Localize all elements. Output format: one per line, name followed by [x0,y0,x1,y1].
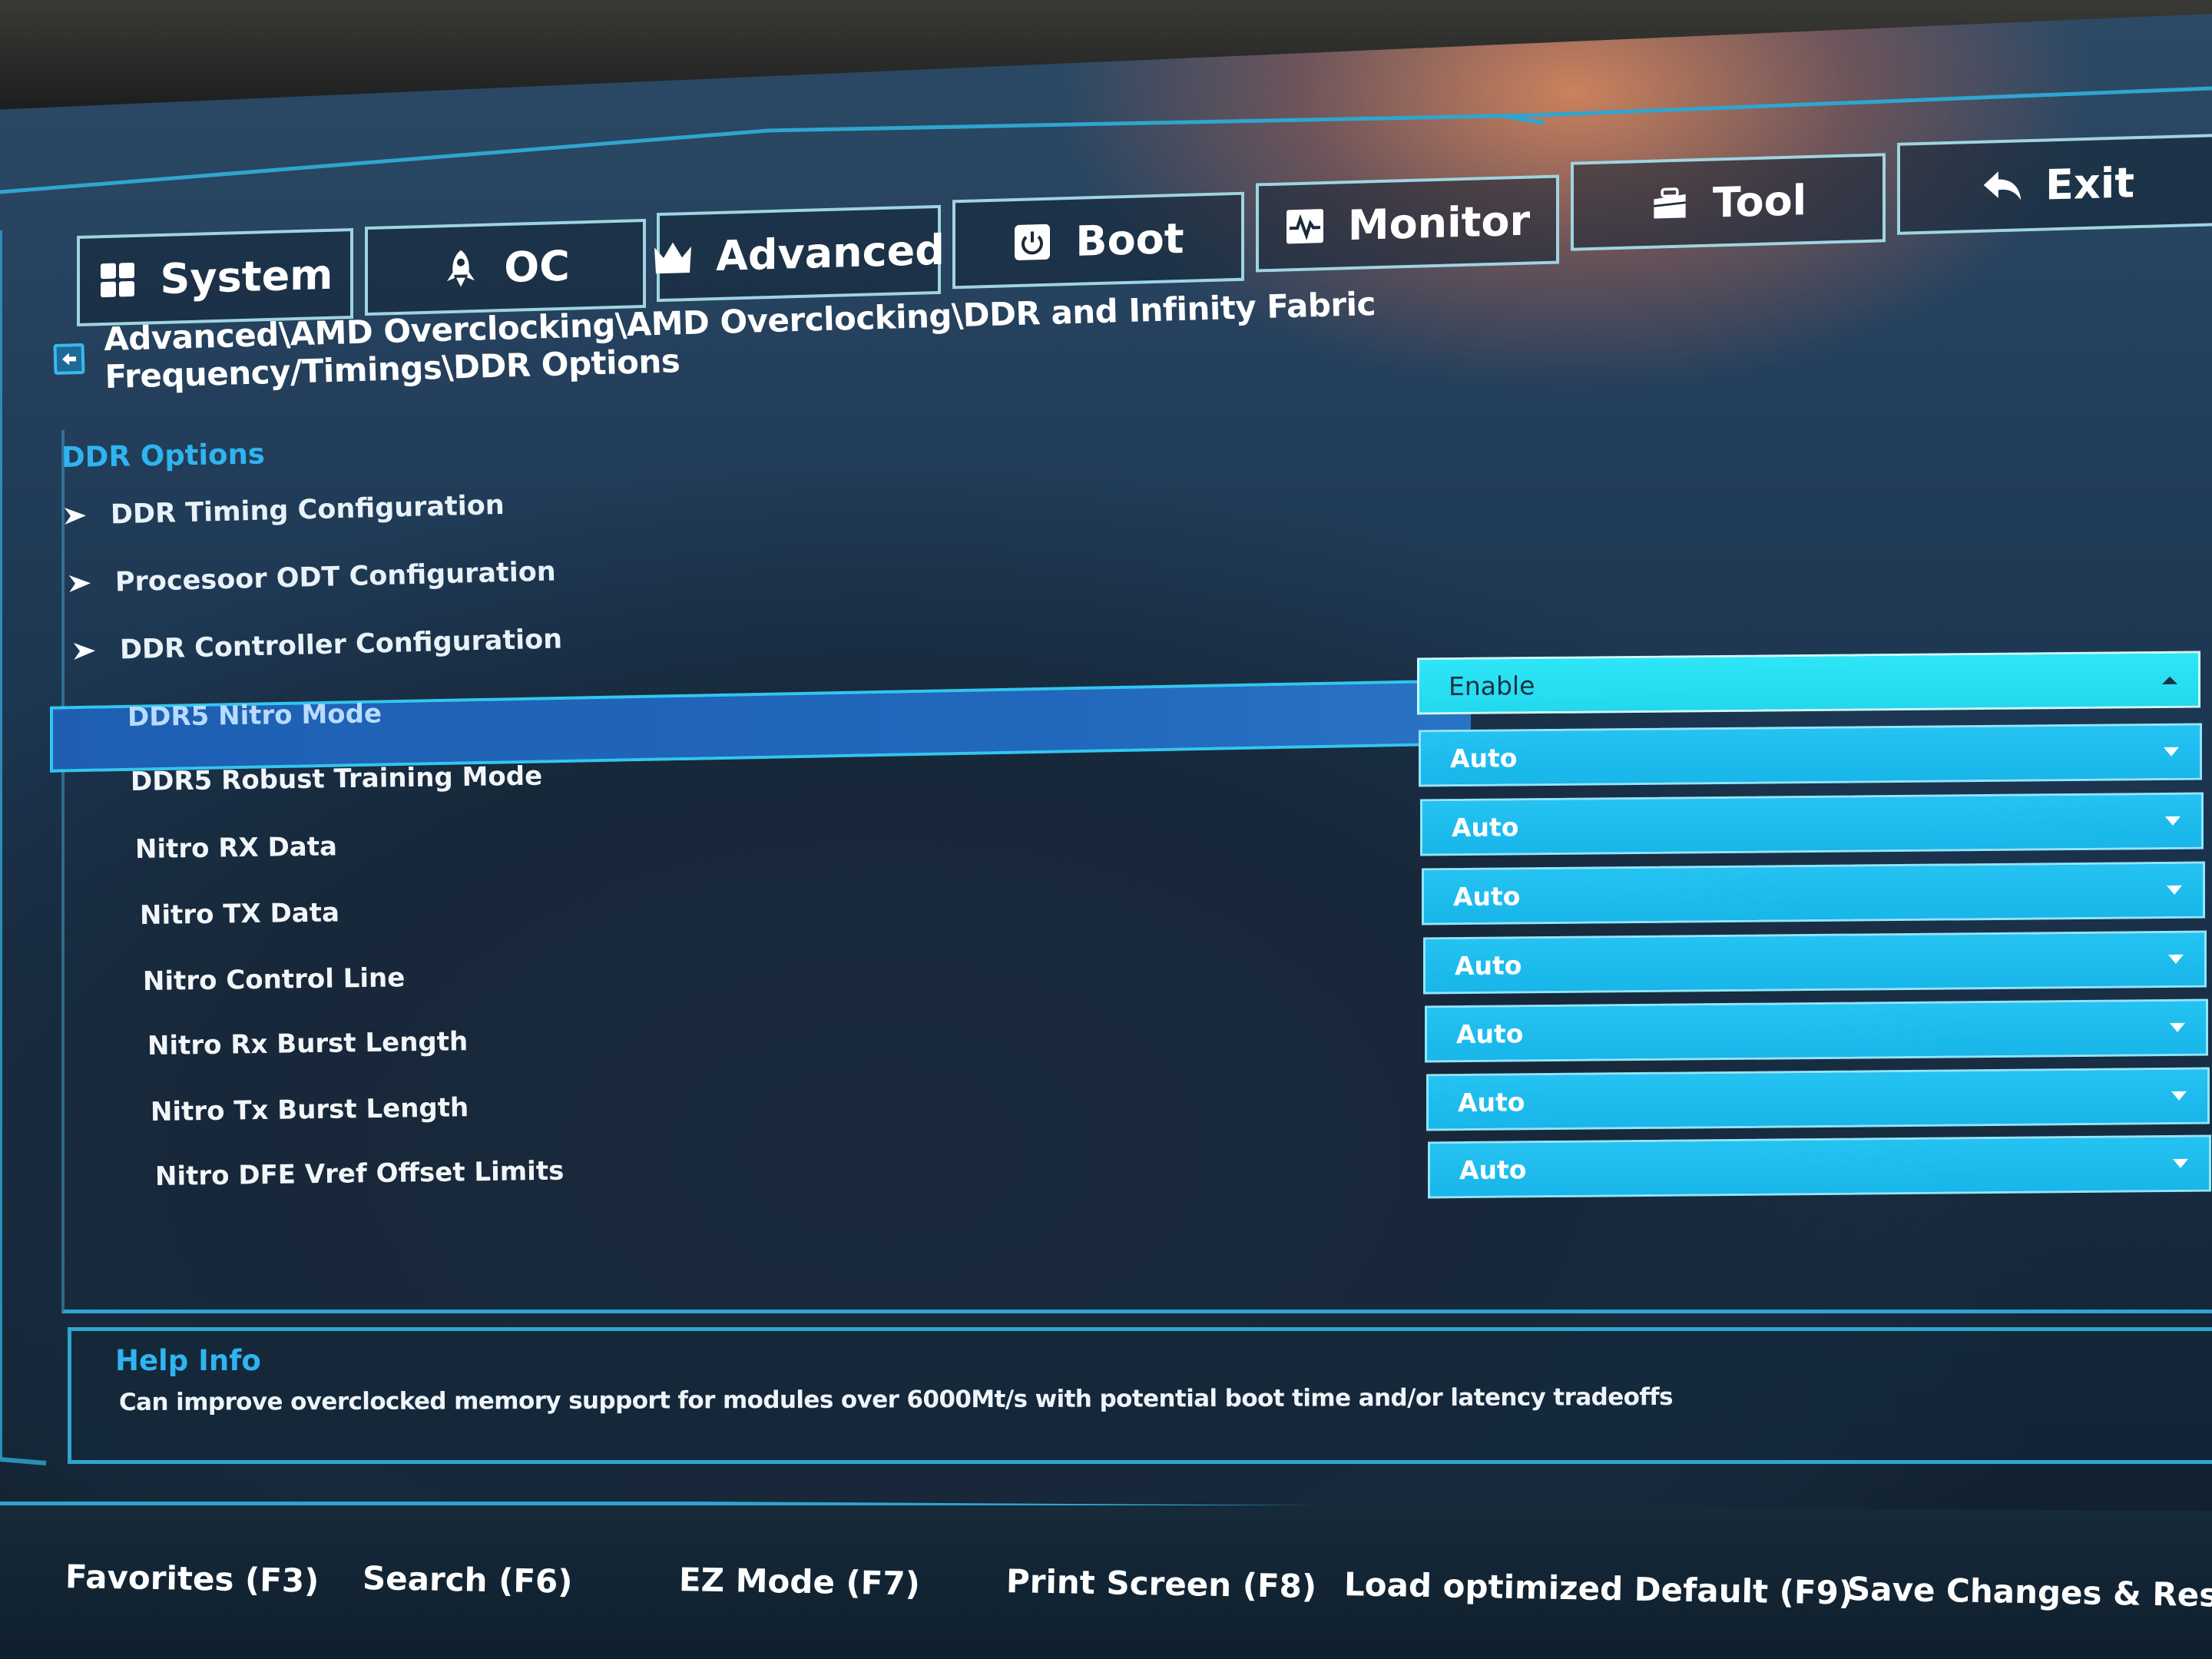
tab-system[interactable]: System [77,227,353,327]
tab-monitor[interactable]: Monitor [1256,174,1559,273]
dropdown-value: Auto [1452,811,1519,843]
dropdown-value: Auto [1450,742,1518,773]
dropdown-ddr5-robust-training[interactable]: Auto [1419,723,2202,787]
section-title: DDR Options [61,437,266,474]
dropdown-nitro-rx-data[interactable]: Auto [1420,792,2204,856]
crown-icon [653,237,693,277]
tab-boot-label: Boot [1075,214,1184,266]
option-label-nitro-rx-data[interactable]: Nitro RX Data [135,831,337,865]
tab-boot[interactable]: Boot [952,191,1244,290]
back-arrow-icon [1982,165,2022,206]
chevron-down-icon [2173,1158,2188,1168]
dropdown-nitro-tx-burst[interactable]: Auto [1426,1067,2210,1131]
dropdown-nitro-rx-burst[interactable]: Auto [1425,998,2208,1063]
dropdown-value: Auto [1458,1086,1525,1118]
dropdown-nitro-tx-data[interactable]: Auto [1422,861,2205,926]
toolbox-icon [1650,183,1690,224]
tab-oc[interactable]: OC [365,218,646,316]
option-label-ddr5-nitro-mode[interactable]: DDR5 Nitro Mode [127,698,382,733]
tab-tool-label: Tool [1712,175,1807,227]
search-button[interactable]: Search (F6) [363,1559,573,1601]
dropdown-value: Auto [1453,880,1521,912]
dropdown-value: Auto [1455,949,1522,981]
rocket-icon [441,248,481,289]
tab-oc-label: OC [504,241,570,292]
help-text: Can improve overclocked memory support f… [118,1382,1674,1416]
monitor-bezel [0,0,2212,110]
favorites-button[interactable]: Favorites (F3) [65,1558,320,1600]
option-label-ddr5-robust-training[interactable]: DDR5 Robust Training Mode [131,761,543,797]
print-screen-button[interactable]: Print Screen (F8) [1006,1562,1317,1605]
chevron-right-icon [64,507,86,525]
tab-tool[interactable]: Tool [1571,153,1886,251]
chevron-down-icon [2164,747,2179,757]
tab-exit[interactable]: Exit [1897,134,2212,235]
dropdown-value: Auto [1456,1018,1524,1049]
dropdown-nitro-control-line[interactable]: Auto [1423,930,2207,995]
pulse-monitor-icon [1285,206,1325,247]
grid-icon [98,260,137,300]
chevron-down-icon [2170,1022,2185,1032]
chevron-down-icon [2171,1091,2187,1101]
dropdown-nitro-dfe-vref[interactable]: Auto [1428,1134,2211,1199]
dropdown-value: Enable [1449,670,1535,701]
chevron-up-icon [2162,676,2177,684]
tab-advanced[interactable]: Advanced [654,204,945,303]
chevron-down-icon [2165,816,2181,826]
option-label-nitro-tx-burst[interactable]: Nitro Tx Burst Length [151,1092,469,1128]
dropdown-value: Auto [1459,1154,1527,1185]
tab-monitor-label: Monitor [1347,196,1531,250]
back-icon[interactable] [53,343,85,375]
tab-system-label: System [160,250,333,303]
chevron-down-icon [2168,954,2184,964]
ez-mode-button[interactable]: EZ Mode (F7) [679,1561,921,1602]
help-title: Help Info [115,1344,261,1377]
option-label-nitro-rx-burst[interactable]: Nitro Rx Burst Length [147,1026,469,1061]
power-icon [1012,222,1052,263]
dropdown-ddr5-nitro-mode[interactable]: Enable [1417,651,2200,715]
option-label-nitro-tx-data[interactable]: Nitro TX Data [140,897,339,931]
chevron-down-icon [2167,885,2182,895]
bios-screen: System OC Advanced Boot Monitor Tool Exi… [0,0,2212,1659]
chevron-right-icon [73,642,95,660]
tab-exit-label: Exit [2045,157,2135,209]
save-reset-button[interactable]: Save Changes & Reset ( [1847,1570,2212,1615]
option-label-nitro-dfe-vref[interactable]: Nitro DFE Vref Offset Limits [155,1156,565,1192]
chevron-right-icon [68,575,91,592]
option-label-nitro-control-line[interactable]: Nitro Control Line [143,962,406,997]
tab-advanced-label: Advanced [716,225,945,280]
